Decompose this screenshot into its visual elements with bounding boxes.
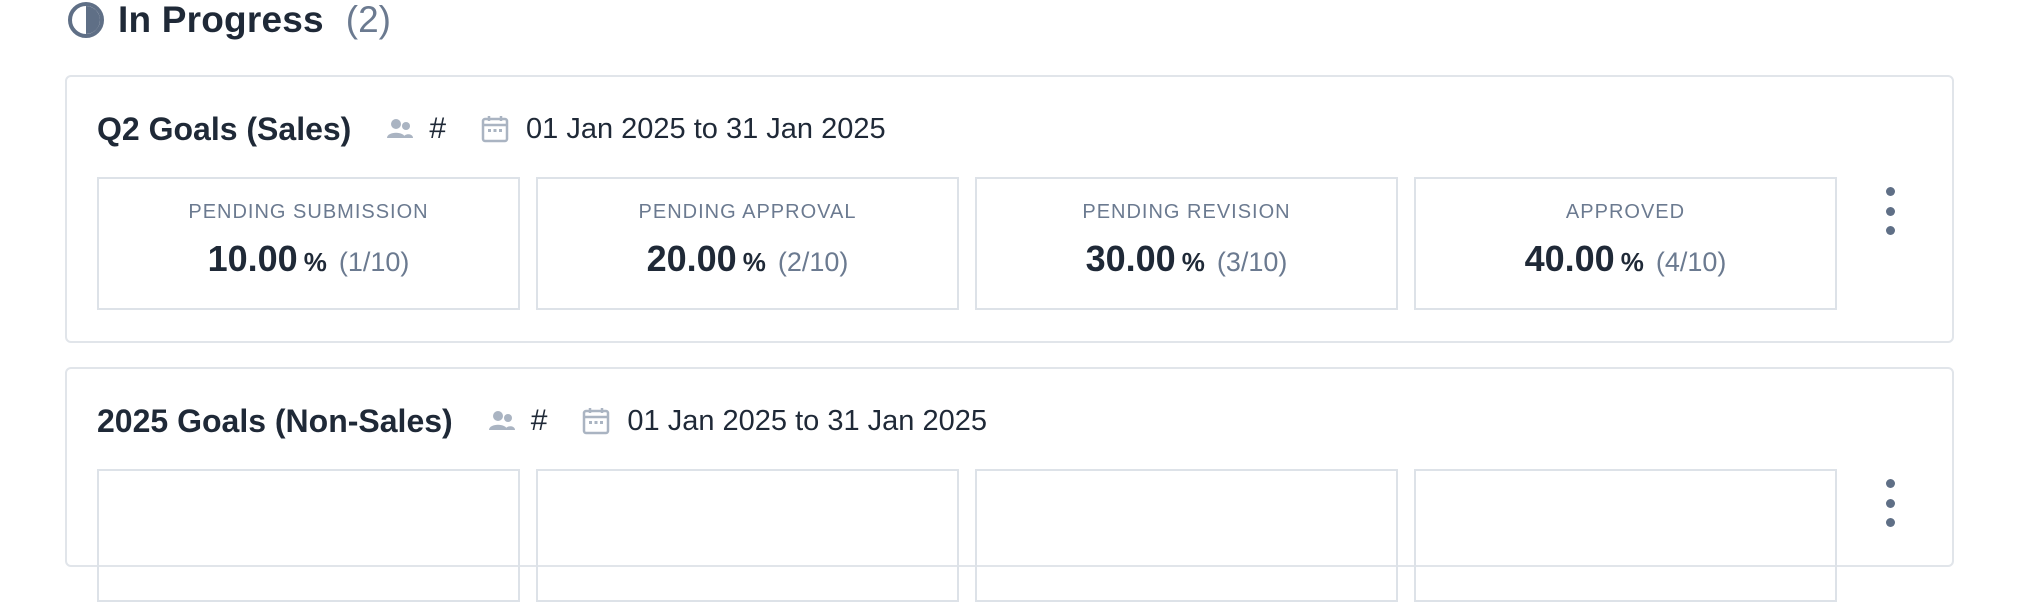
- stat-percent-sign: %: [303, 247, 327, 277]
- goal-card-header: 2025 Goals (Non-Sales) # 01 Jan 2025 to …: [97, 399, 987, 443]
- hash-label: #: [530, 404, 548, 437]
- stat-box[interactable]: [975, 469, 1398, 602]
- stat-percent-sign: %: [1181, 247, 1205, 277]
- section-count: (2): [345, 0, 392, 40]
- goal-title[interactable]: Q2 Goals (Sales): [97, 111, 351, 148]
- section-header: In Progress (2): [66, 0, 391, 40]
- stat-label: PENDING REVISION: [1082, 201, 1291, 223]
- stat-percent: 20.00: [646, 238, 737, 279]
- stat-box[interactable]: [1414, 469, 1837, 602]
- more-options-icon[interactable]: [1880, 187, 1900, 235]
- stats-row: PENDING SUBMISSION 10.00 % (1/10) PENDIN…: [97, 177, 1837, 310]
- stat-label: APPROVED: [1565, 201, 1686, 223]
- calendar-icon: [480, 114, 510, 144]
- goal-card-header: Q2 Goals (Sales) # 01 Jan 2025 to 31 Jan…: [97, 107, 886, 151]
- stat-percent-sign: %: [742, 247, 766, 277]
- stat-fraction: (1/10): [338, 247, 410, 277]
- goal-card: 2025 Goals (Non-Sales) # 01 Jan 2025 to …: [65, 367, 1954, 602]
- stat-pending-submission[interactable]: PENDING SUBMISSION 10.00 % (1/10): [97, 177, 520, 310]
- stat-box[interactable]: [97, 469, 520, 602]
- section-title: In Progress: [118, 0, 324, 40]
- stat-pending-approval[interactable]: PENDING APPROVAL 20.00 % (2/10): [536, 177, 959, 310]
- stat-pending-revision[interactable]: PENDING REVISION 30.00 % (3/10): [975, 177, 1398, 310]
- stat-fraction: (3/10): [1216, 247, 1288, 277]
- more-options-icon[interactable]: [1880, 479, 1900, 527]
- stat-label: PENDING APPROVAL: [638, 201, 857, 223]
- people-icon: [385, 116, 415, 142]
- stat-fraction: (2/10): [777, 247, 849, 277]
- goal-card: Q2 Goals (Sales) # 01 Jan 2025 to 31 Jan…: [65, 75, 1954, 343]
- people-icon: [487, 408, 517, 434]
- date-range: 01 Jan 2025 to 31 Jan 2025: [627, 404, 987, 437]
- stats-row: [97, 469, 1837, 602]
- goal-title[interactable]: 2025 Goals (Non-Sales): [97, 403, 453, 440]
- hash-label: #: [429, 112, 447, 145]
- stat-label: PENDING SUBMISSION: [188, 201, 429, 223]
- date-range: 01 Jan 2025 to 31 Jan 2025: [526, 112, 886, 145]
- stat-fraction: (4/10): [1655, 247, 1727, 277]
- stat-box[interactable]: [536, 469, 959, 602]
- stat-percent: 30.00: [1085, 238, 1176, 279]
- pie-progress-icon: [66, 0, 106, 40]
- stat-percent-sign: %: [1620, 247, 1644, 277]
- calendar-icon: [581, 406, 611, 436]
- stat-approved[interactable]: APPROVED 40.00 % (4/10): [1414, 177, 1837, 310]
- stat-percent: 10.00: [207, 238, 298, 279]
- stat-percent: 40.00: [1524, 238, 1615, 279]
